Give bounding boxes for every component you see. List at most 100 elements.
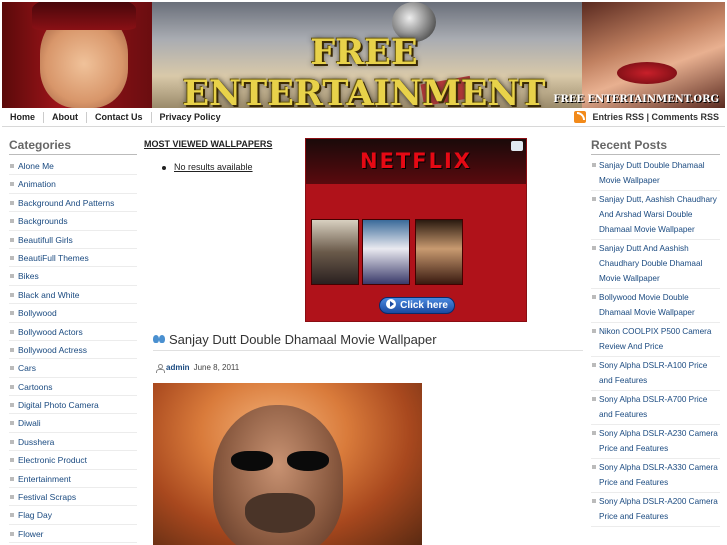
banner-lips — [617, 62, 677, 84]
category-label[interactable]: Electronic Product — [18, 455, 87, 465]
bullet-icon — [10, 219, 14, 224]
category-label[interactable]: Diwali — [18, 418, 41, 428]
nav-contact-us[interactable]: Contact Us — [87, 112, 152, 123]
site-title[interactable]: FREE ENTERTAINMENT — [154, 32, 574, 108]
recent-post-link[interactable]: Sony Alpha DSLR-A700 Price and Features — [599, 395, 707, 419]
recent-post-link[interactable]: Sony Alpha DSLR-A200 Camera Price and Fe… — [599, 497, 718, 521]
bullet-icon — [592, 329, 596, 333]
recent-post-item[interactable]: Sanjay Dutt And Aashish Chaudhary Double… — [591, 240, 720, 289]
recent-post-item[interactable]: Sony Alpha DSLR-A230 Camera Price and Fe… — [591, 425, 720, 459]
recent-post-link[interactable]: Bollywood Movie Double Dhamaal Movie Wal… — [599, 293, 695, 317]
category-item[interactable]: Black and White — [9, 286, 137, 305]
category-label[interactable]: BeautiFull Themes — [18, 253, 89, 263]
main-content: MOST VIEWED WALLPAPERS No results availa… — [144, 138, 584, 545]
adchoices-icon[interactable] — [511, 141, 523, 151]
nav-about[interactable]: About — [44, 112, 88, 123]
category-label[interactable]: Animation — [18, 179, 56, 189]
category-item[interactable]: Digital Photo Camera — [9, 396, 137, 415]
rss-links[interactable]: Entries RSS | Comments RSS — [574, 111, 719, 123]
category-label[interactable]: Cartoons — [18, 382, 53, 392]
category-item[interactable]: Cars — [9, 359, 137, 378]
ad-click-here-button[interactable]: Click here — [379, 297, 455, 314]
category-item[interactable]: BeautiFull Themes — [9, 249, 137, 268]
butterfly-icon — [153, 335, 165, 344]
netflix-logo: NETFLIX — [360, 149, 472, 173]
category-item[interactable]: Flower — [9, 525, 137, 544]
bullet-icon — [10, 329, 14, 334]
bullet-icon — [592, 295, 596, 299]
category-item[interactable]: Diwali — [9, 414, 137, 433]
category-item[interactable]: Background And Patterns — [9, 194, 137, 213]
bullet-icon — [592, 431, 596, 435]
recent-post-link[interactable]: Sony Alpha DSLR-A100 Price and Features — [599, 361, 707, 385]
most-viewed-empty[interactable]: No results available — [174, 162, 253, 172]
user-icon — [156, 363, 165, 373]
recent-post-item[interactable]: Sony Alpha DSLR-A100 Price and Features — [591, 357, 720, 391]
recent-post-item[interactable]: Sony Alpha DSLR-A200 Camera Price and Fe… — [591, 493, 720, 527]
bullet-icon — [10, 476, 14, 481]
category-label[interactable]: Cars — [18, 363, 36, 373]
category-label[interactable]: Festival Scraps — [18, 492, 76, 502]
category-item[interactable]: Backgrounds — [9, 212, 137, 231]
category-label[interactable]: Bollywood — [18, 308, 57, 318]
category-item[interactable]: Alone Me — [9, 157, 137, 176]
rss-text[interactable]: Entries RSS | Comments RSS — [592, 112, 719, 122]
recent-post-link[interactable]: Sanjay Dutt And Aashish Chaudhary Double… — [599, 244, 702, 283]
post-author[interactable]: admin — [166, 363, 190, 372]
category-label[interactable]: Entertainment — [18, 474, 71, 484]
most-viewed-title[interactable]: MOST VIEWED WALLPAPERS — [144, 139, 272, 149]
bullet-icon — [10, 439, 14, 444]
recent-post-item[interactable]: Nikon COOLPIX P500 Camera Review And Pri… — [591, 323, 720, 357]
recent-post-item[interactable]: Sanjay Dutt Double Dhamaal Movie Wallpap… — [591, 157, 720, 191]
category-label[interactable]: Bikes — [18, 271, 39, 281]
image-beard — [245, 493, 315, 533]
bullet-icon — [162, 165, 166, 170]
site-header-banner[interactable]: FREE ENTERTAINMENT FREE ENTERTAINMENT.OR… — [2, 2, 725, 108]
bullet-icon — [10, 458, 14, 463]
category-item[interactable]: Flag Day — [9, 506, 137, 525]
ad-poster-2 — [362, 219, 410, 285]
recent-post-link[interactable]: Sony Alpha DSLR-A330 Camera Price and Fe… — [599, 463, 718, 487]
category-item[interactable]: Festival Scraps — [9, 488, 137, 507]
recent-post-item[interactable]: Sanjay Dutt, Aashish Chaudhary And Arsha… — [591, 191, 720, 240]
category-item[interactable]: Bikes — [9, 267, 137, 286]
bullet-icon — [10, 274, 14, 279]
recent-post-item[interactable]: Bollywood Movie Double Dhamaal Movie Wal… — [591, 289, 720, 323]
category-item[interactable]: Bollywood — [9, 304, 137, 323]
recent-post-item[interactable]: Sony Alpha DSLR-A330 Camera Price and Fe… — [591, 459, 720, 493]
category-label[interactable]: Alone Me — [18, 161, 54, 171]
banner-right — [582, 2, 725, 108]
category-label[interactable]: Beautifull Girls — [18, 235, 73, 245]
category-label[interactable]: Flower — [18, 529, 44, 539]
category-label[interactable]: Bollywood Actors — [18, 327, 83, 337]
recent-post-item[interactable]: Sony Alpha DSLR-A700 Price and Features — [591, 391, 720, 425]
recent-post-link[interactable]: Sony Alpha DSLR-A230 Camera Price and Fe… — [599, 429, 718, 453]
category-item[interactable]: Bollywood Actors — [9, 323, 137, 341]
bullet-icon — [592, 499, 596, 503]
post-title[interactable]: Sanjay Dutt Double Dhamaal Movie Wallpap… — [153, 332, 437, 347]
category-item[interactable]: Beautifull Girls — [9, 231, 137, 249]
category-label[interactable]: Backgrounds — [18, 216, 68, 226]
category-label[interactable]: Bollywood Actress — [18, 345, 87, 355]
bullet-icon — [592, 465, 596, 469]
category-item[interactable]: Animation — [9, 175, 137, 194]
category-label[interactable]: Dusshera — [18, 437, 54, 447]
recent-post-link[interactable]: Sanjay Dutt Double Dhamaal Movie Wallpap… — [599, 161, 705, 185]
category-item[interactable]: Bollywood Actress — [9, 341, 137, 360]
bullet-icon — [592, 197, 596, 201]
category-item[interactable]: Electronic Product — [9, 451, 137, 470]
post-title-text[interactable]: Sanjay Dutt Double Dhamaal Movie Wallpap… — [169, 332, 437, 347]
nav-privacy-policy[interactable]: Privacy Policy — [152, 112, 229, 123]
category-label[interactable]: Black and White — [18, 290, 79, 300]
category-label[interactable]: Flag Day — [18, 510, 52, 520]
category-label[interactable]: Digital Photo Camera — [18, 400, 99, 410]
recent-post-link[interactable]: Nikon COOLPIX P500 Camera Review And Pri… — [599, 327, 711, 351]
netflix-ad[interactable]: NETFLIX Click here — [305, 138, 527, 322]
category-item[interactable]: Entertainment — [9, 470, 137, 489]
category-item[interactable]: Dusshera — [9, 433, 137, 452]
post-wallpaper-image[interactable] — [153, 383, 422, 545]
nav-home[interactable]: Home — [2, 112, 45, 123]
category-label[interactable]: Background And Patterns — [18, 198, 114, 208]
category-item[interactable]: Cartoons — [9, 378, 137, 397]
recent-post-link[interactable]: Sanjay Dutt, Aashish Chaudhary And Arsha… — [599, 195, 717, 234]
